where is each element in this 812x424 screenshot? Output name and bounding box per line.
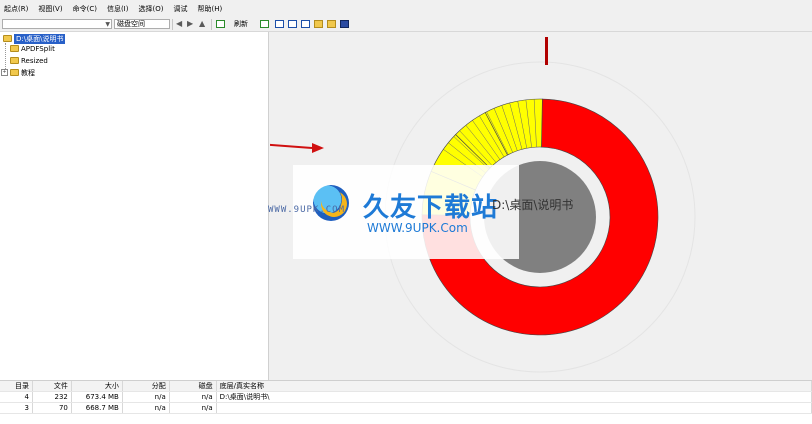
tree-item-resized[interactable]: Resized [10,56,48,65]
details-table: 目录 文件 大小 分配 磁盘 底层/真实名称 4 232 673.4 MB n/… [0,381,812,414]
space-mode-combo[interactable]: 磁盘空间 [114,19,170,29]
col-header-disk[interactable]: 磁盘 [169,381,217,392]
open-folder-icon[interactable] [327,20,336,28]
separator [172,19,173,30]
cell-files: 232 [32,391,72,403]
tree-item-apdfsplit[interactable]: APDFSplit [10,44,55,53]
view-list-icon[interactable] [301,20,310,28]
col-header-size[interactable]: 大小 [71,381,123,392]
tree-item-label: 教程 [21,68,35,77]
save-icon[interactable] [340,20,349,28]
col-header-name[interactable]: 底层/真实名称 [216,381,812,392]
cell-dirs: 4 [0,391,33,403]
view-split-icon[interactable] [288,20,297,28]
cell-files: 70 [32,402,72,414]
folder-icon [10,69,19,76]
cell-name: D:\桌面\说明书\ [216,391,812,403]
top-slice-marker [545,37,548,65]
dropdown-arrow-icon[interactable]: ▼ [105,21,110,28]
cell-name [216,402,812,414]
folder-icon [10,57,19,64]
cell-alloc: n/a [122,391,170,403]
cell-alloc: n/a [122,402,170,414]
tree-item-tutorial[interactable]: + 教程 [1,68,35,77]
table-row[interactable]: 4 232 673.4 MB n/a n/a D:\桌面\说明书\ [0,391,812,403]
menu-info[interactable]: 信息(I) [107,4,129,14]
menu-view[interactable]: 视图(V) [38,4,62,14]
list-icon[interactable] [260,20,269,28]
refresh-icon[interactable] [216,20,225,28]
separator [211,19,212,30]
tree-root[interactable]: D:\桌面\说明书 [3,33,66,44]
table-row[interactable]: 3 70 668.7 MB n/a n/a [0,402,812,414]
cell-disk: n/a [169,402,217,414]
forward-icon[interactable]: ▶ [187,19,193,29]
tree-item-label: Resized [21,56,48,65]
up-icon[interactable]: ▲ [199,19,205,29]
watermark-overlay: 久友下载站 WWW.9UPK.Com WWW.9UPK.COM D:\桌面\说明… [268,165,573,259]
col-header-dirs[interactable]: 目录 [0,381,33,392]
back-icon[interactable]: ◀ [176,19,182,29]
watermark-title: 久友下载站 [363,193,499,223]
folder-tree: D:\桌面\说明书 APDFSplit Resized + 教程 [0,32,269,380]
menu-command[interactable]: 命令(C) [73,4,97,14]
col-header-files[interactable]: 文件 [32,381,72,392]
menu-select[interactable]: 选择(O) [138,4,163,14]
menu-start[interactable]: 起点(R) [4,4,28,14]
folder-open-icon [3,35,12,42]
menu-bar: 起点(R) 视图(V) 命令(C) 信息(I) 选择(O) 调试 帮助(H) [0,0,812,17]
menu-debug[interactable]: 调试 [173,4,187,14]
watermark-url: WWW.9UPK.Com [367,221,468,235]
view-tile-icon[interactable] [275,20,284,28]
cell-dirs: 3 [0,402,33,414]
col-header-alloc[interactable]: 分配 [122,381,170,392]
refresh-label[interactable]: 刷新 [234,19,248,29]
toolbar: ▼ 磁盘空间 ◀ ▶ ▲ 刷新 [0,17,812,32]
menu-help[interactable]: 帮助(H) [197,4,222,14]
expand-icon[interactable]: + [1,69,8,76]
path-combo[interactable]: ▼ [2,19,112,29]
cell-disk: n/a [169,391,217,403]
tree-root-label[interactable]: D:\桌面\说明书 [14,33,66,44]
new-folder-icon[interactable] [314,20,323,28]
table-header-row: 目录 文件 大小 分配 磁盘 底层/真实名称 [0,381,812,392]
folder-icon [10,45,19,52]
cell-size: 668.7 MB [71,402,123,414]
chart-center-label: D:\桌面\说明书 [492,198,574,212]
annotation-arrow-icon [270,143,324,153]
watermark-side-text: WWW.9UPK.COM [268,205,346,215]
cell-size: 673.4 MB [71,391,123,403]
tree-item-label: APDFSplit [21,44,55,53]
details-table-panel: 目录 文件 大小 分配 磁盘 底层/真实名称 4 232 673.4 MB n/… [0,380,812,424]
